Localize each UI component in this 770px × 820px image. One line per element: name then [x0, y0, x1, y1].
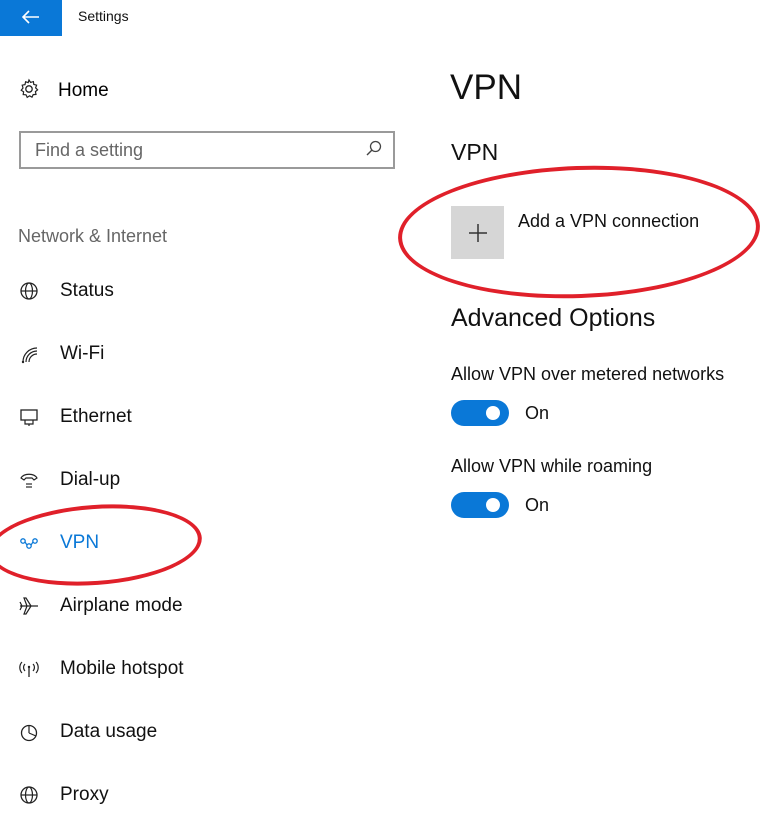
vpn-icon — [18, 532, 40, 554]
add-vpn-connection-button[interactable]: Add a VPN connection — [451, 206, 699, 259]
sidebar-item-label: Data usage — [60, 721, 158, 742]
roaming-label: Allow VPN while roaming — [451, 456, 653, 476]
sidebar-item-ethernet[interactable]: Ethernet — [18, 402, 278, 432]
home-label: Home — [58, 80, 109, 101]
arrow-left-icon — [21, 7, 40, 30]
add-vpn-label: Add a VPN connection — [518, 211, 700, 231]
sidebar-item-data-usage[interactable]: Data usage — [18, 717, 278, 747]
sidebar-item-proxy[interactable]: Proxy — [18, 780, 278, 810]
sidebar-item-status[interactable]: Status — [18, 276, 278, 306]
airplane-icon — [18, 595, 40, 617]
sidebar-item-label: Ethernet — [60, 406, 132, 427]
metered-networks-label: Allow VPN over metered networks — [451, 364, 725, 384]
toggle-switch[interactable] — [451, 492, 509, 518]
ethernet-icon — [18, 406, 40, 428]
toggle-state-label: On — [525, 402, 550, 423]
search-box — [19, 131, 395, 169]
sidebar-item-label: VPN — [60, 532, 100, 553]
sidebar-item-label: Proxy — [60, 784, 109, 805]
vpn-section-heading: VPN — [451, 139, 499, 165]
pie-chart-icon — [18, 721, 40, 743]
sidebar-item-dialup[interactable]: Dial-up — [18, 465, 278, 495]
sidebar-item-airplane-mode[interactable]: Airplane mode — [18, 591, 278, 621]
globe-icon — [18, 784, 40, 806]
window-title: Settings — [78, 8, 129, 24]
metered-networks-toggle[interactable]: On — [451, 400, 549, 426]
sidebar-item-label: Dial-up — [60, 469, 121, 490]
search-icon[interactable] — [365, 139, 383, 162]
section-label: Network & Internet — [18, 226, 168, 246]
sidebar-item-mobile-hotspot[interactable]: Mobile hotspot — [18, 654, 278, 684]
roaming-toggle[interactable]: On — [451, 492, 549, 518]
sidebar-item-wifi[interactable]: Wi-Fi — [18, 339, 278, 369]
sidebar-item-label: Mobile hotspot — [60, 658, 184, 679]
phone-dialup-icon — [18, 469, 40, 491]
back-button[interactable] — [0, 0, 62, 36]
hotspot-icon — [18, 658, 40, 680]
globe-status-icon — [18, 280, 40, 302]
search-input[interactable] — [35, 139, 355, 161]
sidebar-item-label: Airplane mode — [60, 595, 183, 616]
sidebar-item-vpn[interactable]: VPN — [18, 528, 278, 558]
gear-icon — [18, 78, 40, 105]
advanced-options-heading: Advanced Options — [451, 304, 656, 332]
toggle-switch[interactable] — [451, 400, 509, 426]
sidebar-item-label: Wi-Fi — [60, 343, 105, 364]
sidebar-item-label: Status — [60, 280, 114, 301]
home-link[interactable]: Home — [18, 78, 109, 104]
plus-icon — [451, 206, 504, 259]
toggle-state-label: On — [525, 494, 550, 515]
page-title: VPN — [450, 68, 522, 107]
wifi-icon — [18, 343, 40, 365]
